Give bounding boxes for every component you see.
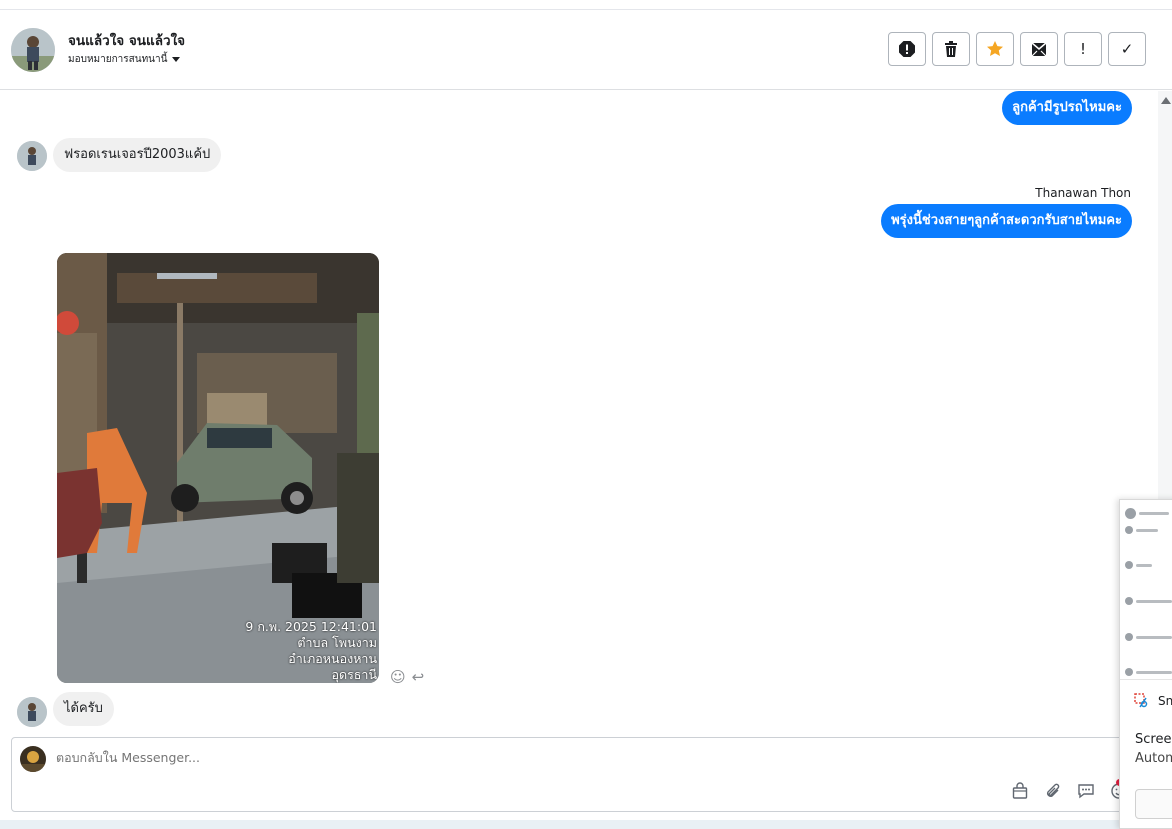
checkmark-icon: ✓ (1120, 40, 1134, 58)
outgoing-message[interactable]: พรุ่งนี้ช่วงสายๆลูกค้าสะดวกรับสายไหมคะ (881, 204, 1132, 238)
snipping-app-row: Sn (1134, 693, 1172, 709)
snipping-tool-icon (1134, 693, 1148, 708)
sender-name: Thanawan Thon (1035, 186, 1131, 200)
reply-icon[interactable]: ↩ (412, 668, 425, 686)
star-button[interactable] (976, 32, 1014, 66)
conversation-header: จนแล้วใจ จนแล้วใจ มอบหมายการสนทนานี้ ! ✓ (0, 10, 1172, 90)
photo-timestamp: 9 ก.พ. 2025 12:41:01 ตำบล โพนงาม อำเภอหน… (245, 619, 377, 683)
snipping-action-button[interactable] (1135, 789, 1172, 819)
thumb-row (1125, 561, 1172, 569)
emoji-react-icon[interactable]: ☺ (390, 668, 406, 686)
page-avatar (20, 746, 46, 772)
mark-unread-button[interactable] (1020, 32, 1058, 66)
done-button[interactable]: ✓ (1108, 32, 1146, 66)
reply-input[interactable] (56, 750, 656, 765)
thumb-row (1125, 507, 1172, 519)
snipping-notification[interactable]: Sn Screen Autom (1119, 499, 1172, 829)
header-toolbar: ! ✓ (888, 32, 1146, 66)
exclamation-icon: ! (1079, 40, 1086, 58)
incoming-message[interactable]: ได้ครับ (53, 692, 114, 726)
message-thread[interactable]: ลูกค้ามีรูปรถไหมคะ ฟรอดเรนเจอรปี2003แค้ป… (0, 91, 1158, 736)
trash-icon (945, 41, 957, 57)
contact-name[interactable]: จนแล้วใจ จนแล้วใจ (68, 29, 185, 51)
contact-avatar[interactable] (11, 28, 55, 72)
photo-datetime: 9 ก.พ. 2025 12:41:01 (245, 619, 377, 634)
reply-composer: ฿ (11, 737, 1163, 812)
important-button[interactable]: ! (1064, 32, 1102, 66)
thumb-row (1125, 526, 1172, 534)
contact-avatar-small (17, 141, 47, 171)
photo-location-line: ตำบล โพนงาม (297, 635, 377, 650)
report-button[interactable] (888, 32, 926, 66)
report-icon (899, 41, 915, 57)
snipping-app-name: Sn (1158, 694, 1172, 708)
assign-label: มอบหมายการสนทนานี้ (68, 54, 168, 65)
thumb-row (1125, 668, 1172, 676)
snipping-message: Screen Autom (1135, 730, 1172, 768)
top-edge (0, 0, 1172, 10)
thumb-row (1125, 633, 1172, 641)
star-icon (987, 41, 1003, 56)
contact-avatar-small (17, 697, 47, 727)
delete-button[interactable] (932, 32, 970, 66)
assign-conversation-dropdown[interactable]: มอบหมายการสนทนานี้ (68, 52, 181, 67)
photo-attachment[interactable]: 9 ก.พ. 2025 12:41:01 ตำบล โพนงาม อำเภอหน… (57, 253, 379, 683)
attachment-icon[interactable] (1042, 780, 1063, 801)
thumb-row (1125, 597, 1172, 605)
snipping-message-line: Autom (1135, 751, 1172, 766)
message-actions: ☺ ↩ (390, 668, 424, 686)
bottom-strip (0, 820, 1172, 829)
saved-reply-icon[interactable] (1075, 780, 1096, 801)
photo-location-line: อำเภอหนองหาน (288, 651, 377, 666)
mark-unread-icon (1031, 42, 1047, 57)
screenshot-thumbnail[interactable] (1120, 500, 1172, 680)
snipping-message-line: Screen (1135, 732, 1172, 747)
chevron-down-icon (172, 57, 181, 62)
outgoing-message[interactable]: ลูกค้ามีรูปรถไหมคะ (1002, 91, 1132, 125)
shopping-bag-icon[interactable] (1009, 780, 1030, 801)
incoming-message[interactable]: ฟรอดเรนเจอรปี2003แค้ป (53, 138, 222, 172)
scroll-up-arrow-icon[interactable] (1161, 97, 1171, 104)
photo-location-line: อุดรธานี (331, 667, 377, 682)
